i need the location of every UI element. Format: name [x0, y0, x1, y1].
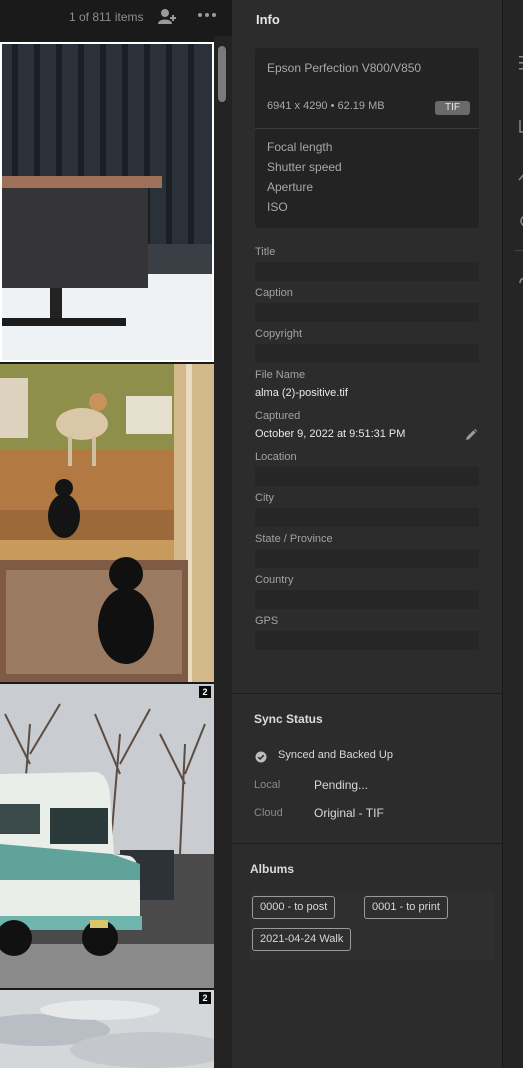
crop-icon[interactable]: [517, 118, 523, 136]
image-dimensions: 6941 x 4290 • 62.19 MB: [267, 100, 385, 112]
gps-field[interactable]: [255, 631, 479, 650]
pencil-icon[interactable]: [464, 428, 478, 442]
info-panel: Info Epson Perfection V800/V850 6941 x 4…: [232, 0, 502, 1068]
album-chip[interactable]: 0000 - to post: [252, 896, 336, 919]
photo-thumbnail-bench[interactable]: [0, 42, 214, 362]
gps-label: GPS: [255, 615, 279, 627]
strip-divider: [515, 250, 523, 251]
albums-list: 0000 - to post 0001 - to print 2021-04-2…: [250, 891, 494, 961]
sliders-icon[interactable]: [517, 54, 523, 72]
state-field[interactable]: [255, 549, 479, 568]
section-divider: [232, 693, 502, 694]
location-label: Location: [255, 451, 297, 463]
tool-strip: [502, 0, 523, 1068]
title-field[interactable]: [255, 262, 479, 281]
location-field[interactable]: [255, 467, 479, 486]
focal-length-label: Focal length: [267, 140, 333, 154]
scrollbar-thumb[interactable]: [218, 46, 226, 102]
file-type-badge: TIF: [435, 101, 470, 115]
stack-count-badge: 2: [199, 686, 211, 698]
check-circle-icon: [255, 750, 267, 763]
photo-thumbnail-sky[interactable]: 2: [0, 990, 214, 1068]
sync-status-text: Synced and Backed Up: [278, 749, 393, 761]
caption-label: Caption: [255, 287, 293, 299]
items-count: 1 of 811 items: [69, 10, 144, 24]
album-chip[interactable]: 0001 - to print: [364, 896, 448, 919]
photo-thumbnail-dog-and-cats[interactable]: [0, 364, 214, 682]
photo-thumbnail-vintage-truck[interactable]: 2: [0, 684, 214, 988]
photo-grid: 1 of 811 items 2 2: [0, 0, 232, 1068]
cloud-label: Cloud: [254, 807, 283, 819]
scrollbar-track[interactable]: [214, 36, 232, 1068]
sync-status-title: Sync Status: [254, 712, 323, 726]
shutter-speed-label: Shutter speed: [267, 160, 342, 174]
city-field[interactable]: [255, 508, 479, 527]
aperture-label: Aperture: [267, 180, 314, 194]
title-label: Title: [255, 246, 276, 258]
cloud-value: Original - TIF: [314, 806, 384, 820]
panel-title: Info: [256, 12, 280, 27]
iso-label: ISO: [267, 200, 288, 214]
country-label: Country: [255, 574, 294, 586]
state-label: State / Province: [255, 533, 333, 545]
grid-header: 1 of 811 items: [0, 0, 232, 36]
city-label: City: [255, 492, 274, 504]
local-label: Local: [254, 779, 281, 791]
file-name-value: alma (2)-positive.tif: [255, 387, 348, 399]
captured-value: October 9, 2022 at 9:51:31 PM: [255, 428, 406, 440]
captured-label: Captured: [255, 410, 301, 422]
card-divider: [255, 128, 479, 129]
country-field[interactable]: [255, 590, 479, 609]
section-divider: [232, 843, 502, 844]
album-chip[interactable]: 2021-04-24 Walk: [252, 928, 352, 951]
undo-icon[interactable]: [517, 272, 523, 290]
brush-icon[interactable]: [517, 168, 523, 186]
albums-title: Albums: [250, 862, 295, 876]
copyright-field[interactable]: [255, 344, 479, 363]
add-person-icon[interactable]: [157, 7, 177, 27]
heal-icon[interactable]: [517, 212, 523, 230]
caption-field[interactable]: [255, 303, 479, 322]
camera-info-card: Epson Perfection V800/V850 6941 x 4290 •…: [255, 48, 479, 228]
copyright-label: Copyright: [255, 328, 303, 340]
camera-model: Epson Perfection V800/V850: [267, 61, 422, 75]
file-name-label: File Name: [255, 369, 306, 381]
more-icon[interactable]: [196, 7, 218, 25]
stack-count-badge: 2: [199, 992, 211, 1004]
local-value: Pending...: [314, 778, 369, 792]
